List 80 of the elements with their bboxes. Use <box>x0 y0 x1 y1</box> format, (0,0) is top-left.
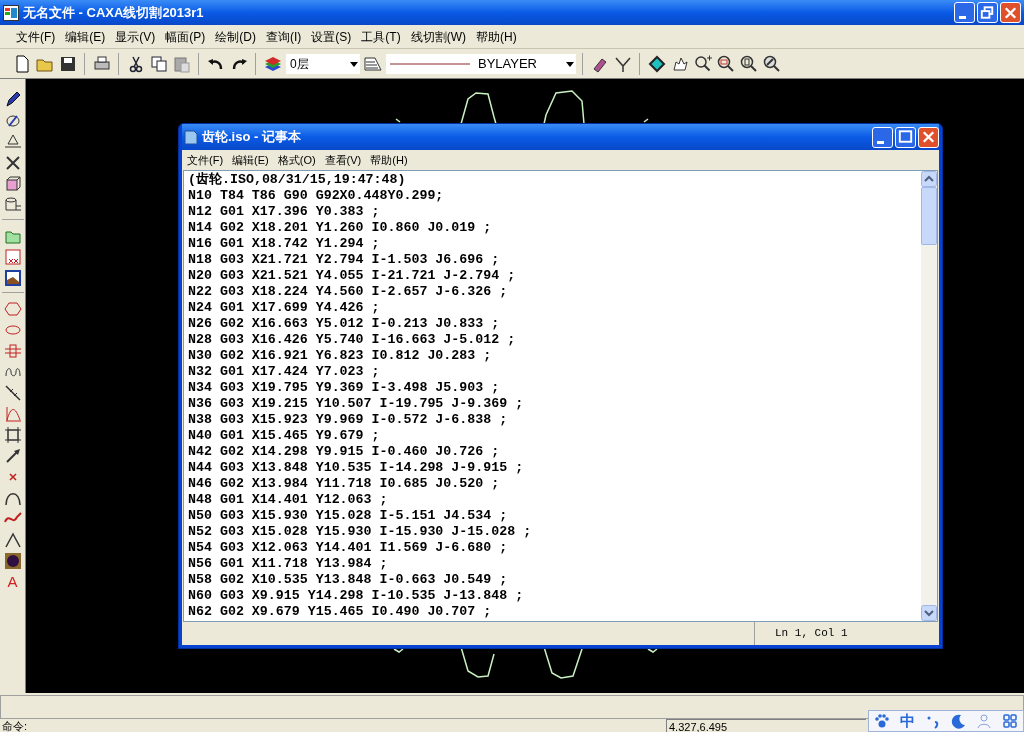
code-line: N16 G01 X18.742 Y1.294 ; <box>188 236 381 252</box>
menu-item[interactable]: 绘制(D) <box>213 27 258 46</box>
window-title: 无名文件 - CAXA线切割2013r1 <box>23 3 204 22</box>
layer-dropdown[interactable]: 0层 <box>286 53 360 74</box>
scroll-thumb[interactable] <box>921 187 937 245</box>
code-line: N12 G01 X17.396 Y0.383 ; <box>188 204 381 220</box>
command-prompt: 命令: <box>1 719 28 732</box>
menu-item[interactable]: 查询(I) <box>264 27 304 46</box>
status-position: Ln 1, Col 1 <box>754 622 939 645</box>
menu-item[interactable]: 文件(F) <box>14 27 58 46</box>
menu-item[interactable]: 格式(O) <box>277 151 316 169</box>
menu-item[interactable]: 文件(F) <box>187 151 224 169</box>
code-line: N32 G01 X17.424 Y7.023 ; <box>188 364 381 380</box>
minimize-button[interactable] <box>954 2 975 23</box>
code-line: N52 G03 X15.028 Y15.930 I-15.930 J-15.028 ; <box>188 524 533 540</box>
scroll-up-button[interactable] <box>921 171 937 187</box>
text-tool-icon[interactable]: A <box>7 571 18 592</box>
copy-icon[interactable] <box>149 53 169 74</box>
notepad-title: 齿轮.iso - 记事本 <box>202 128 301 147</box>
menu-item[interactable]: 查看(V) <box>324 151 362 169</box>
app-icon <box>3 4 19 21</box>
code-line: N46 G02 X13.984 Y11.718 I0.685 J0.520 ; <box>188 476 501 492</box>
menu-item[interactable]: 帮助(H) <box>370 151 408 169</box>
close-button[interactable] <box>1000 2 1021 23</box>
code-line: N22 G03 X18.224 Y4.560 I-2.657 J-6.326 ; <box>188 284 509 300</box>
code-line: N48 G01 X14.401 Y12.063 ; <box>188 492 389 508</box>
code-line: (齿轮.ISO,08/31/15,19:47:48) <box>188 172 407 188</box>
menu-item[interactable]: 帮助(H) <box>474 27 519 46</box>
menu-item[interactable]: 编辑(E) <box>232 151 269 169</box>
code-line: N40 G01 X15.465 Y9.679 ; <box>188 428 381 444</box>
close-button[interactable] <box>918 126 939 148</box>
code-line: N20 G03 X21.521 Y4.055 I-21.721 J-2.794 ; <box>188 268 517 284</box>
minimize-button[interactable] <box>872 126 893 148</box>
zoom-previous-icon[interactable] <box>762 53 782 74</box>
code-line: N50 G03 X15.930 Y15.028 I-5.151 J4.534 ; <box>188 508 509 524</box>
menu-item[interactable]: 幅面(P) <box>163 27 208 46</box>
grid-icon[interactable] <box>2 424 23 445</box>
code-line: N28 G03 X16.426 Y5.740 I-16.663 J-5.012 ; <box>188 332 517 348</box>
code-line: N36 G03 X19.215 Y10.507 I-19.795 J-9.369 ; <box>188 396 525 412</box>
scroll-down-button[interactable] <box>921 605 937 621</box>
code-line: N14 G02 X18.201 Y1.260 I0.860 J0.019 ; <box>188 220 493 236</box>
menu-item[interactable]: 设置(S) <box>309 27 354 46</box>
document-icon[interactable] <box>2 246 23 267</box>
code-line: N26 G02 X16.663 Y5.012 I-0.213 J0.833 ; <box>188 316 501 332</box>
line-sample-icon <box>390 61 470 66</box>
linetype-dropdown[interactable]: BYLAYER <box>386 53 576 74</box>
zoom-window-icon[interactable] <box>716 53 736 74</box>
grid-menu-icon[interactable] <box>1002 713 1019 729</box>
maximize-button[interactable] <box>895 126 916 148</box>
menu-item[interactable]: 编辑(E) <box>63 27 108 46</box>
paw-icon[interactable] <box>873 713 890 729</box>
code-line: N10 T84 T86 G90 G92X0.448Y0.299; <box>188 188 445 204</box>
code-line: N18 G03 X21.721 Y2.794 I-1.503 J6.696 ; <box>188 252 501 268</box>
input-mode-toggle[interactable]: 中 <box>899 713 915 729</box>
coordinates-readout: 4.327,6.495 <box>666 719 866 732</box>
code-line: N38 G03 X15.923 Y9.969 I-0.572 J-6.838 ; <box>188 412 509 428</box>
vertical-scrollbar[interactable] <box>921 171 937 621</box>
menu-item[interactable]: 工具(T) <box>359 27 403 46</box>
menu-item[interactable]: 线切割(W) <box>408 27 468 46</box>
moon-icon[interactable] <box>950 713 967 729</box>
code-line: N62 G02 X9.679 Y15.465 I0.490 J0.707 ; <box>188 604 493 620</box>
paint-bucket-icon[interactable] <box>647 53 667 74</box>
code-line: N60 G03 X9.915 Y14.298 I-10.535 J-13.848 ; <box>188 588 525 604</box>
minimize-icon <box>877 140 884 144</box>
zoom-page-icon[interactable] <box>739 53 759 74</box>
restore-button[interactable] <box>977 2 998 23</box>
slanted-line-icon[interactable] <box>2 382 23 403</box>
menu-item[interactable]: 显示(V) <box>113 27 158 46</box>
zoom-in-icon[interactable] <box>693 53 713 74</box>
minimize-icon <box>959 16 966 19</box>
code-line: N24 G01 X17.699 Y4.426 ; <box>188 300 381 316</box>
code-line: N42 G02 X14.298 Y9.915 I-0.460 J0.726 ; <box>188 444 501 460</box>
image-icon[interactable] <box>2 267 23 288</box>
code-line: N30 G02 X16.921 Y6.823 I0.812 J0.283 ; <box>188 348 493 364</box>
code-line: N58 G02 X10.535 Y13.848 I-0.663 J0.549 ; <box>188 572 509 588</box>
code-line: N54 G03 X12.063 Y14.401 I1.569 J-6.680 ; <box>188 540 509 556</box>
code-line: N34 G03 X19.795 Y9.369 I-3.498 J5.903 ; <box>188 380 501 396</box>
code-line: N56 G01 X11.718 Y13.984 ; <box>188 556 389 572</box>
code-line: N44 G03 X13.848 Y10.535 I-14.298 J-9.915 ; <box>188 460 525 476</box>
notepad-icon <box>184 129 198 145</box>
